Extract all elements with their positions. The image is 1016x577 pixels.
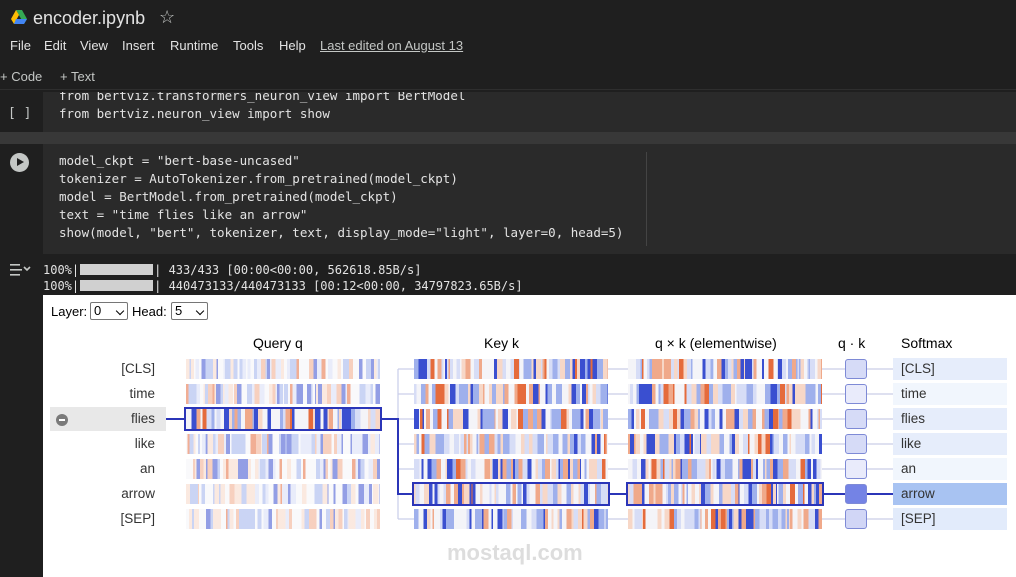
drive-logo-icon [11, 10, 27, 24]
code-line: tokenizer = AutoTokenizer.from_pretraine… [59, 171, 458, 186]
code-editor[interactable]: model_ckpt = "bert-base-uncased" tokeniz… [43, 144, 1016, 254]
query-token[interactable]: time [45, 386, 155, 401]
output-toggle-icon[interactable] [9, 261, 31, 279]
product-vector [628, 509, 822, 529]
code-line: from bertviz.neuron_view import show [59, 106, 330, 121]
menu-view[interactable]: View [80, 38, 108, 53]
menu-bar: File Edit View Insert Runtime Tools Help… [0, 36, 1016, 56]
code-line: model = BertModel.from_pretrained(model_… [59, 189, 398, 204]
menu-runtime[interactable]: Runtime [170, 38, 218, 53]
key-vector [414, 459, 608, 479]
query-token[interactable]: like [45, 436, 155, 451]
code-line: text = "time flies like an arrow" [59, 207, 308, 222]
code-cell-show[interactable]: model_ckpt = "bert-base-uncased" tokeniz… [0, 144, 1016, 254]
neuron-view-visualization: Layer: 0 Head: 5 Query q Key k q × k (el… [43, 295, 1016, 577]
progress-bar [80, 264, 154, 275]
key-token[interactable]: [SEP] [893, 508, 1007, 530]
cell-exec-count[interactable]: [ ] [8, 106, 31, 121]
star-icon[interactable]: ☆ [159, 7, 175, 28]
key-token[interactable]: time [893, 383, 1007, 405]
menu-tools[interactable]: Tools [233, 38, 263, 53]
product-vector [628, 409, 822, 429]
query-token[interactable]: [SEP] [45, 511, 155, 526]
key-token[interactable]: flies [893, 408, 1007, 430]
dot-product-cell [845, 509, 867, 529]
code-line: model_ckpt = "bert-base-uncased" [59, 153, 300, 168]
key-vector [414, 509, 608, 529]
watermark: mostaql.com [447, 540, 583, 565]
product-vector [626, 482, 824, 506]
notebook-title[interactable]: encoder.ipynb [33, 8, 145, 29]
dot-product-cell [845, 384, 867, 404]
last-edited-link[interactable]: Last edited on August 13 [320, 38, 463, 53]
code-line-partial: from bertviz.transformers_neuron_view im… [59, 92, 466, 103]
dot-product-cell [845, 434, 867, 454]
query-vector [186, 359, 380, 379]
progress-line: 100%| | 440473133/440473133 [00:12<00:00,… [43, 279, 523, 293]
query-token[interactable]: [CLS] [45, 361, 155, 376]
notebook-toolbar: + Code + Text [0, 64, 1016, 90]
menu-help[interactable]: Help [279, 38, 306, 53]
query-vector [186, 384, 380, 404]
query-vector [186, 509, 380, 529]
title-bar: encoder.ipynb ☆ [0, 0, 1016, 36]
run-cell-button[interactable] [10, 153, 29, 172]
query-vector [186, 459, 380, 479]
dot-product-cell [845, 459, 867, 479]
progress-line: 100%| | 433/433 [00:00<00:00, 562618.85B/… [43, 263, 422, 277]
product-vector [628, 359, 822, 379]
query-token[interactable]: an [45, 461, 155, 476]
add-code-button[interactable]: + Code [0, 69, 42, 84]
dot-product-cell [845, 359, 867, 379]
key-vector [412, 482, 610, 506]
key-vector [414, 384, 608, 404]
product-vector [628, 434, 822, 454]
product-vector [628, 384, 822, 404]
query-token[interactable]: flies [45, 411, 155, 426]
query-token[interactable]: arrow [45, 486, 155, 501]
query-vector [186, 434, 380, 454]
add-text-button[interactable]: + Text [60, 69, 95, 84]
menu-insert[interactable]: Insert [122, 38, 155, 53]
key-token[interactable]: arrow [893, 483, 1007, 505]
code-line: show(model, "bert", tokenizer, text, dis… [59, 225, 624, 240]
key-vector [414, 359, 608, 379]
query-vector [184, 407, 382, 431]
progress-bar [80, 280, 154, 291]
dot-product-cell [845, 484, 867, 504]
menu-file[interactable]: File [10, 38, 31, 53]
cell-separator [0, 132, 1016, 144]
menu-edit[interactable]: Edit [44, 38, 66, 53]
product-vector [628, 459, 822, 479]
line-length-ruler [646, 152, 647, 246]
key-token[interactable]: [CLS] [893, 358, 1007, 380]
code-cell-imports[interactable]: [ ] from bertviz.transformers_neuron_vie… [0, 92, 1016, 132]
key-token[interactable]: an [893, 458, 1007, 480]
key-vector [414, 434, 608, 454]
dot-product-cell [845, 409, 867, 429]
query-vector [186, 484, 380, 504]
key-vector [414, 409, 608, 429]
key-token[interactable]: like [893, 433, 1007, 455]
code-editor[interactable]: from bertviz.transformers_neuron_view im… [43, 92, 1016, 132]
